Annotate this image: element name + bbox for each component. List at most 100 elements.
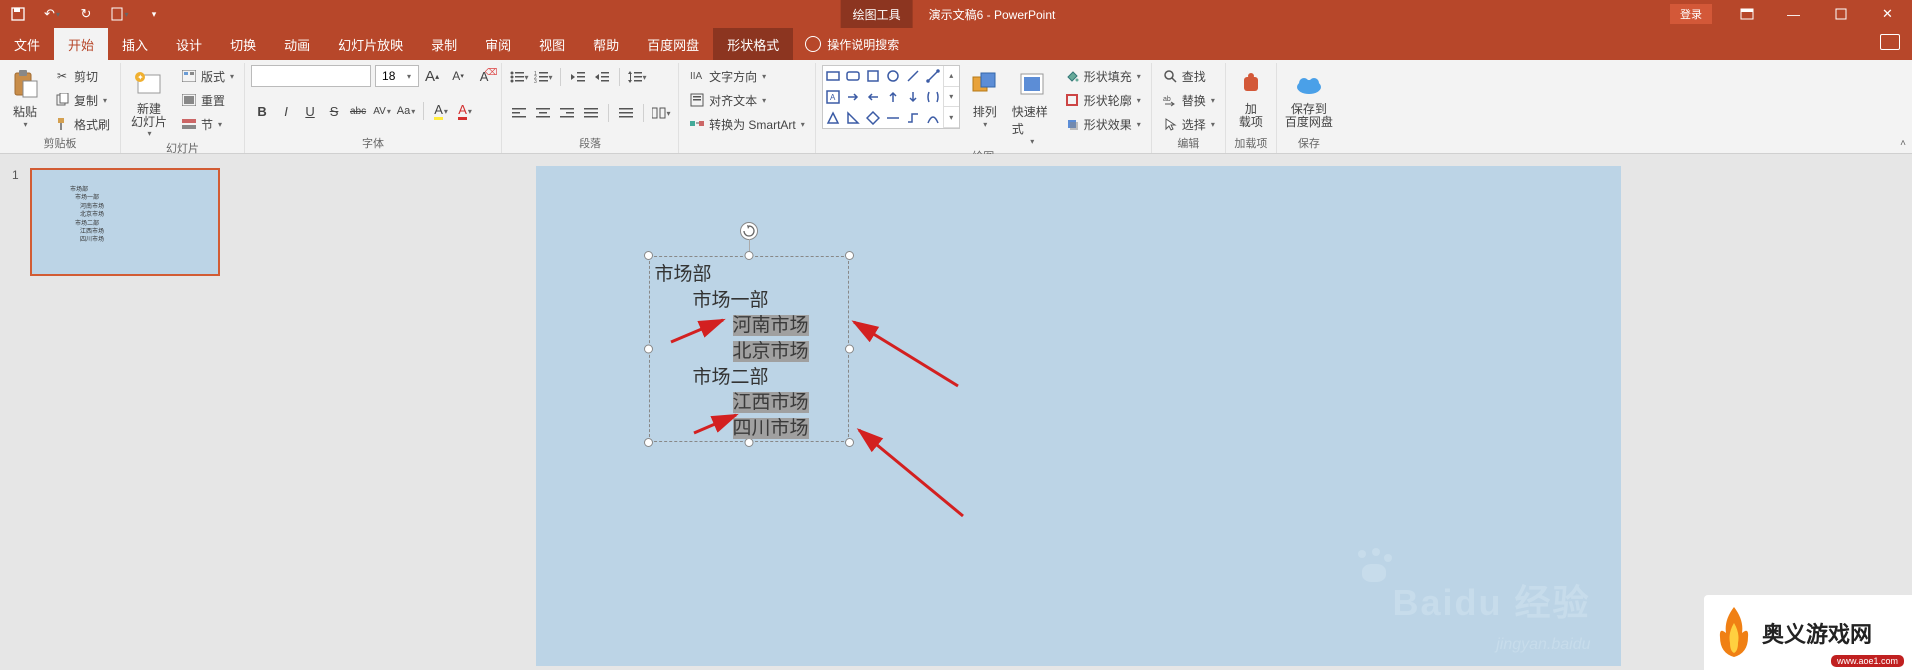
close-icon[interactable]: ✕ <box>1865 0 1910 28</box>
handle-se[interactable] <box>845 438 854 447</box>
copy-button[interactable]: 复制▾ <box>50 89 114 111</box>
text-direction-button[interactable]: IIA文字方向▾ <box>685 65 809 87</box>
select-button[interactable]: 选择▾ <box>1158 113 1219 135</box>
tab-slideshow[interactable]: 幻灯片放映 <box>324 28 417 61</box>
clear-format-button[interactable]: A⌫ <box>473 65 495 87</box>
save-qat-icon[interactable] <box>8 4 28 24</box>
minimize-icon[interactable]: — <box>1771 0 1816 28</box>
gallery-up-icon[interactable]: ▴ <box>944 66 959 87</box>
handle-sw[interactable] <box>644 438 653 447</box>
align-text-button[interactable]: 对齐文本▾ <box>685 89 809 111</box>
gallery-more-icon[interactable]: ▾ <box>944 107 959 128</box>
italic-button[interactable]: I <box>275 100 297 122</box>
quick-styles-button[interactable]: 快速样式▾ <box>1010 65 1054 148</box>
slide-thumbnail-1[interactable]: 市场部 市场一部 河南市场 北京市场 市场二部 江西市场 四川市场 <box>30 168 220 276</box>
distribute-button[interactable] <box>615 102 637 124</box>
underline-button[interactable]: U <box>299 100 321 122</box>
new-slide-button[interactable]: ✦ 新建 幻灯片 ▾ <box>127 65 171 140</box>
tab-design[interactable]: 设计 <box>162 28 216 61</box>
format-painter-button[interactable]: 格式刷 <box>50 113 114 135</box>
sh-line2-icon <box>883 107 903 128</box>
shape-outline-button[interactable]: 形状轮廓▾ <box>1060 89 1145 111</box>
sh-rect-icon <box>823 66 843 87</box>
tab-insert[interactable]: 插入 <box>108 28 162 61</box>
shadow-button[interactable]: abc <box>347 100 369 122</box>
tab-review[interactable]: 审阅 <box>471 28 525 61</box>
tab-home[interactable]: 开始 <box>54 28 108 61</box>
watermark-paw-icon <box>1350 550 1396 596</box>
change-case-button[interactable]: Aa▾ <box>395 100 417 122</box>
maximize-icon[interactable] <box>1818 0 1863 28</box>
tab-help[interactable]: 帮助 <box>579 28 633 61</box>
layout-button[interactable]: 版式▾ <box>177 65 238 87</box>
addins-button[interactable]: 加 载项 <box>1232 65 1270 131</box>
slide-1[interactable]: 市场部 市场一部 河南市场 北京市场 市场二部 江西市场 四川市场 <box>536 166 1621 666</box>
new-doc-icon[interactable]: ▾ <box>110 4 130 24</box>
gallery-down-icon[interactable]: ▾ <box>944 87 959 108</box>
contextual-tab-label: 绘图工具 <box>841 0 913 29</box>
font-size-input[interactable] <box>375 65 419 87</box>
smartart-button[interactable]: 转换为 SmartArt▾ <box>685 113 809 135</box>
shape-effects-button[interactable]: 形状效果▾ <box>1060 113 1145 135</box>
char-spacing-button[interactable]: AV▾ <box>371 100 393 122</box>
ribbon-display-icon[interactable] <box>1724 0 1769 28</box>
decrease-indent-button[interactable] <box>567 66 589 88</box>
section-icon <box>181 116 197 132</box>
handle-nw[interactable] <box>644 251 653 260</box>
justify-button[interactable] <box>580 102 602 124</box>
collapse-ribbon-icon[interactable]: ˄ <box>1900 138 1906 149</box>
text-box-selected[interactable]: 市场部 市场一部 河南市场 北京市场 市场二部 江西市场 四川市场 <box>649 256 849 442</box>
replace-button[interactable]: ab替换▾ <box>1158 89 1219 111</box>
comments-icon[interactable] <box>1880 34 1900 50</box>
highlight-button[interactable]: A▾ <box>430 100 452 122</box>
columns-button[interactable]: ▾ <box>650 102 672 124</box>
tab-file[interactable]: 文件 <box>0 28 54 61</box>
increase-indent-button[interactable] <box>591 66 613 88</box>
annotation-arrow-2 <box>846 316 966 401</box>
tab-view[interactable]: 视图 <box>525 28 579 61</box>
tell-me-search[interactable]: 操作说明搜索 <box>805 36 899 53</box>
group-editing: 查找 ab替换▾ 选择▾ 编辑 <box>1152 63 1226 153</box>
rotate-handle[interactable] <box>740 222 758 240</box>
save-baidu-button[interactable]: 保存到 百度网盘 <box>1283 65 1335 131</box>
tab-animations[interactable]: 动画 <box>270 28 324 61</box>
strike-button[interactable]: S <box>323 100 345 122</box>
sh-lined-icon <box>923 66 943 87</box>
group-label-slides: 幻灯片 <box>127 140 238 158</box>
shapes-gallery[interactable]: A ▴ ▾ ▾ <box>822 65 960 129</box>
section-button[interactable]: 节▾ <box>177 113 238 135</box>
bold-button[interactable]: B <box>251 100 273 122</box>
find-button[interactable]: 查找 <box>1158 65 1219 87</box>
arrange-button[interactable]: 排列▾ <box>966 65 1004 131</box>
handle-n[interactable] <box>744 251 753 260</box>
align-center-button[interactable] <box>532 102 554 124</box>
handle-ne[interactable] <box>845 251 854 260</box>
qat-customize-icon[interactable]: ▾ <box>144 4 164 24</box>
group-save: 保存到 百度网盘 保存 <box>1277 63 1341 153</box>
numbering-button[interactable]: 123▾ <box>532 66 554 88</box>
align-left-button[interactable] <box>508 102 530 124</box>
text-box-content[interactable]: 市场部 市场一部 河南市场 北京市场 市场二部 江西市场 四川市场 <box>655 262 843 436</box>
tab-recording[interactable]: 录制 <box>417 28 471 61</box>
shape-fill-button[interactable]: 形状填充▾ <box>1060 65 1145 87</box>
shrink-font-button[interactable]: A▾ <box>447 65 469 87</box>
font-color-button[interactable]: A▾ <box>454 100 476 122</box>
brand-url: www.aoe1.com <box>1831 655 1904 667</box>
redo-icon[interactable]: ↻ <box>76 4 96 24</box>
align-right-button[interactable] <box>556 102 578 124</box>
cut-button[interactable]: ✂剪切 <box>50 65 114 87</box>
thumb-number: 1 <box>12 168 22 182</box>
paste-button[interactable]: 粘贴 ▾ <box>6 65 44 131</box>
handle-w[interactable] <box>644 345 653 354</box>
tab-transitions[interactable]: 切换 <box>216 28 270 61</box>
reset-button[interactable]: 重置 <box>177 89 238 111</box>
font-name-input[interactable] <box>251 65 371 87</box>
bullets-button[interactable]: ▾ <box>508 66 530 88</box>
line-spacing-button[interactable]: ▾ <box>626 66 648 88</box>
login-button[interactable]: 登录 <box>1670 4 1712 24</box>
undo-icon[interactable]: ↶▾ <box>42 4 62 24</box>
handle-e[interactable] <box>845 345 854 354</box>
tab-shape-format[interactable]: 形状格式 <box>713 28 793 61</box>
tab-baidu[interactable]: 百度网盘 <box>633 28 713 61</box>
grow-font-button[interactable]: A▴ <box>421 65 443 87</box>
